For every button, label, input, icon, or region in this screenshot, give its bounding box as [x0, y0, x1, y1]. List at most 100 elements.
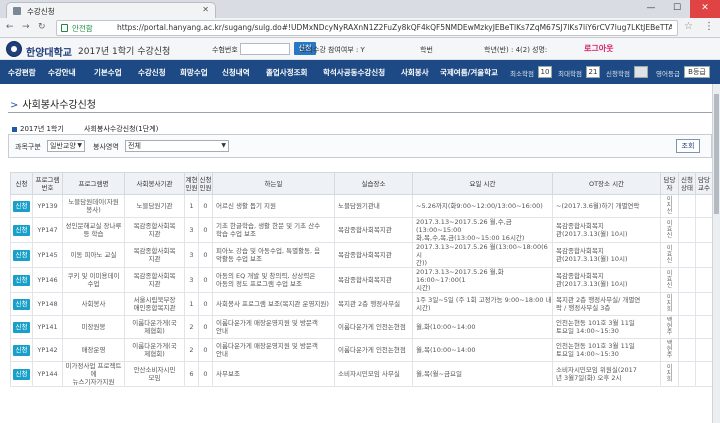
address-bar: ← → ↻ 안전함 https://portal.hanyang.ac.kr/s…: [0, 18, 720, 38]
apply-button[interactable]: 신청: [13, 368, 30, 380]
cell-professor: [695, 267, 713, 293]
cell-time: 2017.3.13~2017.5.26 월,화 16:00~17:00(1 시간…: [412, 267, 553, 293]
chevron-down-icon: ▼: [221, 142, 226, 149]
service-area-select[interactable]: 전체 ▼: [125, 140, 229, 152]
minimize-icon[interactable]: —: [638, 0, 664, 18]
cell-professor: [695, 338, 713, 362]
cell-manager: 이 효 신: [660, 217, 679, 243]
col-applied: 신청 인원: [198, 172, 213, 195]
title-chevron-icon: >: [10, 100, 19, 111]
nav-item-international[interactable]: 국제여름/겨울학교: [440, 67, 498, 78]
cell-capacity: 6: [184, 361, 199, 387]
main-nav: 수강편람 수강안내 기본수업 수강신청 희망수업 신청내역 졸업사정조회 학석사…: [0, 60, 720, 84]
apply-button[interactable]: 신청: [13, 344, 30, 356]
tab-close-icon[interactable]: ✕: [202, 5, 209, 14]
filter-panel: 과목구분 일반교양 ▼ 봉사영역 전체 ▼ 조회: [8, 134, 712, 158]
col-task: 하는일: [212, 172, 335, 195]
cell-professor: [695, 361, 713, 387]
col-ot: OT장소 시간: [552, 172, 661, 195]
window-close-icon[interactable]: ✕: [690, 0, 720, 18]
min-credit-label: 최소학점: [510, 70, 534, 78]
cell-apply: 신청: [10, 361, 33, 387]
col-place: 실습장소: [334, 172, 413, 195]
cell-program-no: YP147: [32, 217, 63, 243]
query-button[interactable]: 조회: [676, 139, 700, 153]
reload-icon[interactable]: ↻: [38, 22, 46, 32]
course-type-select[interactable]: 일반교양 ▼: [47, 140, 85, 152]
year-label: 2017년 1학기: [12, 124, 64, 134]
student-no-input[interactable]: [240, 43, 290, 55]
nav-item-handbook[interactable]: 수강편람: [8, 67, 36, 78]
service-area-value: 전체: [128, 142, 141, 150]
apply-button[interactable]: 신청: [13, 321, 30, 333]
cell-program-name: 매장운영: [62, 338, 125, 362]
cell-ot: 목감종합사회복지 관(2017.3.13(월) 10시): [552, 242, 661, 268]
cell-capacity: 2: [184, 315, 199, 339]
nav-item-wish[interactable]: 희망수업: [180, 67, 208, 78]
url-text: https://portal.hanyang.ac.kr/sugang/sulg…: [117, 23, 672, 32]
university-logo-icon[interactable]: [6, 41, 22, 57]
logout-button[interactable]: 로그아웃: [584, 43, 620, 55]
forward-icon[interactable]: →: [22, 22, 30, 32]
url-input[interactable]: 안전함 https://portal.hanyang.ac.kr/sugang/…: [56, 20, 678, 36]
cell-ot: ~(2017.3.6월)하기 개별연락: [552, 194, 661, 218]
cell-capacity: 3: [184, 267, 199, 293]
nav-item-history[interactable]: 신청내역: [222, 67, 250, 78]
cell-ot: 목감종합사회복지 관(2017.3.13(월) 10시): [552, 217, 661, 243]
cell-professor: [695, 242, 713, 268]
apply-button[interactable]: 신청: [13, 298, 30, 310]
cell-program-name: 이동 피아노 교실: [62, 242, 125, 268]
apply-button[interactable]: 신청: [13, 249, 30, 261]
cell-program-name: 미가정사업 프로젝트에 뉴스기자가지원: [62, 361, 125, 387]
grade-label: 학년(반) : 4(2): [484, 46, 530, 54]
cell-ot: 인천논현동 101호 3월 11일 토요일 14:00~15:30: [552, 315, 661, 339]
program-table: 신청 프로그램 번호 프로그램명 사회봉사기관 계현 인원 신청 인원 하는일 …: [10, 172, 713, 387]
back-icon[interactable]: ←: [6, 22, 14, 32]
nav-item-volunteer[interactable]: 사회봉사: [401, 67, 429, 78]
cell-status: [678, 242, 696, 268]
browser-menu-icon[interactable]: ⋮: [704, 21, 714, 32]
site-header: 한양대학교 2017년 1학기 수강신청 수험번호 신청 모의수강 참여여부 :…: [0, 38, 720, 60]
cell-applied-count: 0: [198, 292, 213, 316]
page-title-text: 사회봉사수강신청: [22, 100, 96, 111]
table-row: 신청 YP145 이동 피아노 교실 목감종합사회복 지관 3 0 피아노 강습 및 아동수…: [10, 242, 713, 268]
apply-button[interactable]: 신청: [13, 274, 30, 286]
cell-ot: 복지관 2층 행정사무실/ 개별연 락 / 행정사무실 3층: [552, 292, 661, 316]
chevron-down-icon: ▼: [77, 142, 82, 149]
nav-item-joint[interactable]: 학석사공동수강신청: [323, 67, 385, 78]
cell-time: 1주 3일~5일 (주 1회 고정가능 9:00~18:00 내 시간): [412, 292, 553, 316]
cell-status: [678, 194, 696, 218]
cell-capacity: 3: [184, 242, 199, 268]
cell-place: 목감종합사회복지관: [334, 267, 413, 293]
apply-button[interactable]: 신청: [13, 224, 30, 236]
title-divider: [8, 112, 712, 113]
cell-capacity: 3: [184, 217, 199, 243]
nav-item-guide[interactable]: 수강안내: [48, 67, 76, 78]
university-name[interactable]: 한양대학교: [26, 44, 72, 59]
apply-button[interactable]: 신청: [13, 200, 30, 212]
cell-professor: [695, 315, 713, 339]
cell-applied-count: 0: [198, 242, 213, 268]
nav-item-register[interactable]: 수강신청: [138, 67, 166, 78]
cell-time: 2017.3.13~2017.5.26 월(13:00~18:00(6시 간)): [412, 242, 553, 268]
cell-apply: 신청: [10, 242, 33, 268]
browser-tab[interactable]: 수강신청 ✕: [6, 2, 216, 18]
cell-org: 서울시립북부장 애인종합복지관: [124, 292, 185, 316]
page-scrollbar[interactable]: [712, 84, 720, 423]
cell-applied-count: 0: [198, 267, 213, 293]
cell-professor: [695, 217, 713, 243]
col-professor: 담당 교수: [695, 172, 713, 195]
tab-title: 수강신청: [27, 7, 55, 16]
cell-capacity: 1: [184, 292, 199, 316]
bookmark-star-icon[interactable]: ☆: [684, 21, 693, 32]
nav-item-basic[interactable]: 기본수업: [94, 67, 122, 78]
maximize-icon[interactable]: ☐: [664, 0, 690, 18]
cell-apply: 신청: [10, 338, 33, 362]
nav-item-graduation[interactable]: 졸업사정조회: [266, 67, 307, 78]
filter1-label: 과목구분: [15, 143, 41, 151]
cell-apply: 신청: [10, 292, 33, 316]
scrollbar-thumb[interactable]: [714, 94, 719, 214]
cell-place: 소비자시민모임 사무실: [334, 361, 413, 387]
cell-capacity: 1: [184, 194, 199, 218]
cell-ot: 소비자시민모임 위원실(2017 년 3월7일(화) 오후 2시: [552, 361, 661, 387]
